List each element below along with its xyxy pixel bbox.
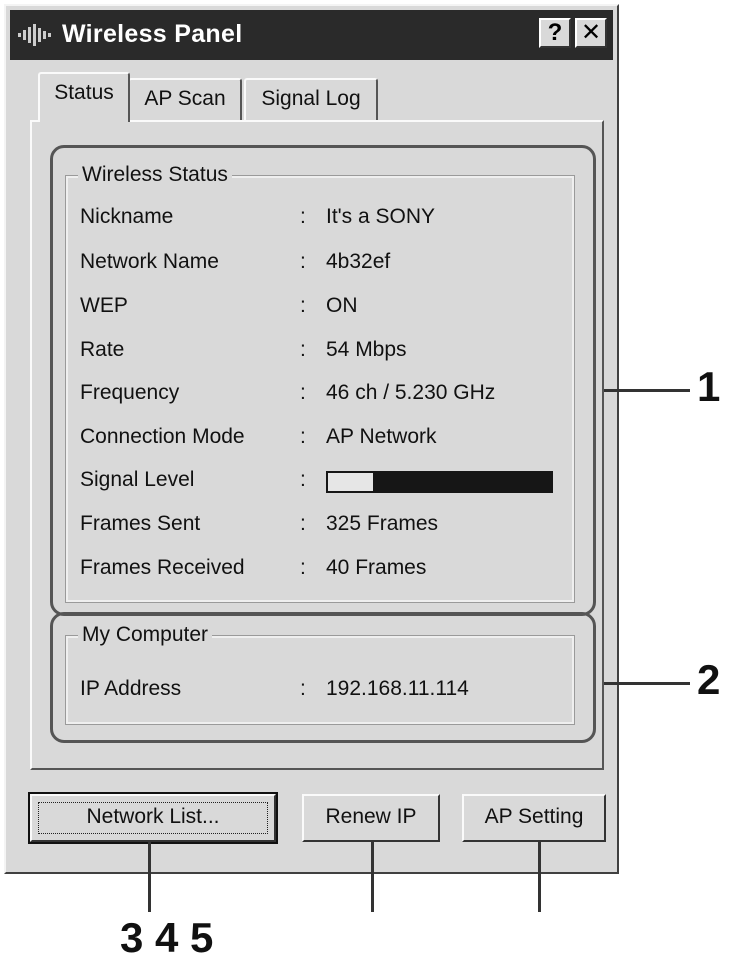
help-button[interactable]: ?	[539, 18, 571, 48]
tab-signal-log[interactable]: Signal Log	[244, 78, 378, 120]
tab-status[interactable]: Status	[38, 72, 130, 122]
close-button[interactable]: ✕	[575, 18, 607, 48]
window-title: Wireless Panel	[62, 20, 243, 48]
wireless-status-legend: Wireless Status	[78, 163, 232, 187]
callout-number-345: 3 4 5	[120, 914, 214, 961]
my-computer-legend: My Computer	[78, 623, 213, 647]
row-label: Network Name	[80, 250, 219, 273]
row-label: WEP	[80, 294, 128, 317]
row-value: AP Network	[326, 425, 437, 448]
row-separator: :	[300, 294, 306, 317]
active-tab-joint	[40, 118, 128, 124]
row-label: Connection Mode	[80, 425, 245, 448]
network-list-button[interactable]: Network List...	[28, 792, 278, 844]
row-separator: :	[300, 677, 306, 700]
row-separator: :	[300, 338, 306, 361]
row-separator: :	[300, 556, 306, 579]
title-bar[interactable]: Wireless Panel ? ✕	[10, 10, 613, 60]
focus-rectangle	[38, 802, 268, 834]
row-value: 192.168.11.114	[326, 677, 469, 700]
row-label: Frames Received	[80, 556, 245, 579]
row-separator: :	[300, 512, 306, 535]
row-label: Signal Level	[80, 468, 195, 491]
callout-number-2: 2	[697, 656, 721, 703]
row-label: Rate	[80, 338, 125, 361]
signal-level-fill	[328, 473, 373, 491]
row-value: 4b32ef	[326, 250, 391, 273]
renew-ip-button[interactable]: Renew IP	[302, 794, 440, 842]
row-label: Nickname	[80, 205, 174, 228]
row-label: IP Address	[80, 677, 182, 700]
row-value: It's a SONY	[326, 205, 436, 228]
callout-line-5	[538, 842, 541, 912]
row-separator: :	[300, 250, 306, 273]
signal-level-meter	[326, 471, 553, 493]
ap-setting-button[interactable]: AP Setting	[462, 794, 606, 842]
row-value: 54 Mbps	[326, 338, 407, 361]
callout-line-1	[590, 389, 690, 392]
row-separator: :	[300, 381, 306, 404]
row-label: Frequency	[80, 381, 180, 404]
row-value: ON	[326, 294, 358, 317]
row-separator: :	[300, 425, 306, 448]
callout-line-4	[371, 842, 374, 912]
tab-ap-scan[interactable]: AP Scan	[128, 78, 242, 120]
row-value: 40 Frames	[326, 556, 427, 579]
callout-line-3	[148, 842, 151, 912]
callout-number-1: 1	[697, 363, 721, 410]
row-value: 325 Frames	[326, 512, 439, 535]
wireless-app-icon	[18, 24, 51, 46]
callout-line-2	[590, 682, 690, 685]
row-value: 46 ch / 5.230 GHz	[326, 381, 496, 404]
row-separator: :	[300, 468, 306, 491]
row-label: Frames Sent	[80, 512, 201, 535]
row-separator: :	[300, 205, 306, 228]
